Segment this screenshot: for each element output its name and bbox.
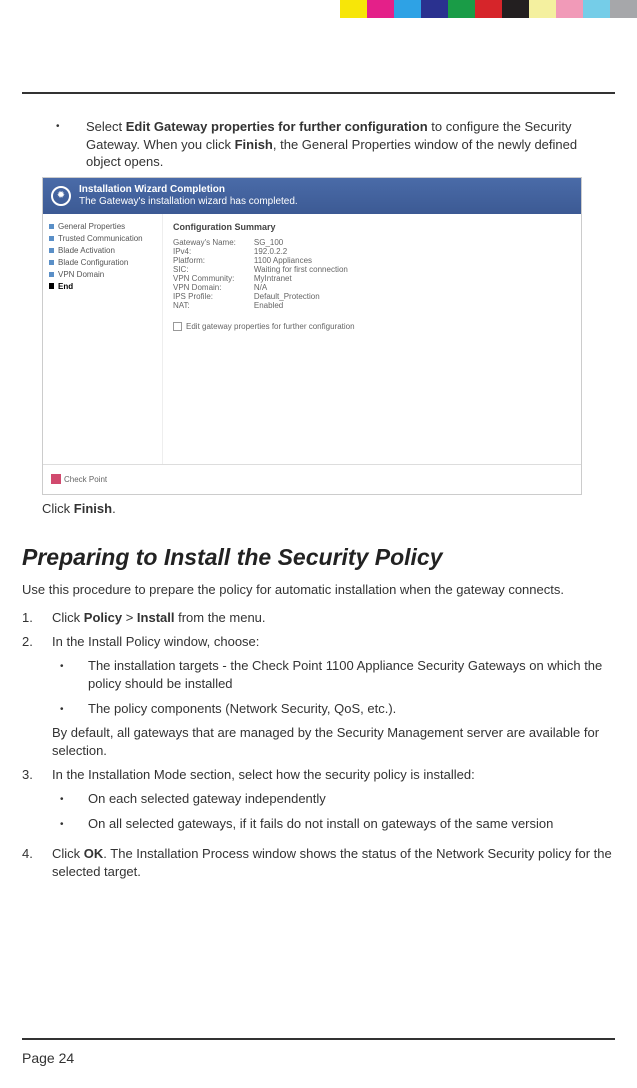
wizard-sidebar-item: Trusted Communication	[49, 234, 156, 243]
bottom-rule	[22, 1038, 615, 1040]
summary-row: VPN Domain:N/A	[173, 283, 348, 292]
step-number: 2.	[22, 633, 52, 760]
step-1: 1. Click Policy > Install from the menu.	[22, 609, 615, 627]
intro-paragraph: Use this procedure to prepare the policy…	[22, 581, 615, 599]
step-3: 3. In the Installation Mode section, sel…	[22, 766, 615, 839]
step-text: In the Install Policy window, choose:	[52, 633, 615, 651]
wizard-subtitle: The Gateway's installation wizard has co…	[79, 196, 298, 208]
color-swatch	[448, 0, 475, 18]
top-bullet: • Select Edit Gateway properties for fur…	[46, 118, 615, 171]
wizard-screenshot: ✹ Installation Wizard Completion The Gat…	[42, 177, 582, 495]
step-number: 1.	[22, 609, 52, 627]
wizard-main: Configuration Summary Gateway's Name:SG_…	[163, 214, 581, 464]
step-text: In the Installation Mode section, select…	[52, 766, 615, 784]
summary-row: NAT:Enabled	[173, 301, 348, 310]
page-content: • Select Edit Gateway properties for fur…	[22, 118, 615, 887]
checkpoint-logo: Check Point	[51, 474, 107, 484]
summary-row: VPN Community:MyIntranet	[173, 274, 348, 283]
wizard-footer: Check Point	[43, 464, 581, 494]
color-swatch	[583, 0, 610, 18]
sub-bullet: • On all selected gateways, if it fails …	[52, 815, 615, 833]
wizard-title: Installation Wizard Completion	[79, 184, 298, 196]
section-heading: Preparing to Install the Security Policy	[22, 544, 615, 571]
checkbox-icon	[173, 322, 182, 331]
summary-row: SIC:Waiting for first connection	[173, 265, 348, 274]
wizard-header: ✹ Installation Wizard Completion The Gat…	[43, 178, 581, 214]
gear-icon: ✹	[51, 186, 71, 206]
color-bar	[340, 0, 637, 18]
wizard-sidebar-item: General Properties	[49, 222, 156, 231]
color-swatch	[610, 0, 637, 18]
wizard-sidebar: General Properties Trusted Communication B…	[43, 214, 163, 464]
checkbox-label: Edit gateway properties for further conf…	[186, 322, 355, 331]
wizard-sidebar-item: VPN Domain	[49, 270, 156, 279]
summary-row: Gateway's Name:SG_100	[173, 238, 348, 247]
color-swatch	[394, 0, 421, 18]
summary-heading: Configuration Summary	[173, 222, 571, 232]
sub-bullet: • The installation targets - the Check P…	[52, 657, 615, 693]
wizard-sidebar-item: Blade Activation	[49, 246, 156, 255]
step-number: 3.	[22, 766, 52, 839]
wizard-sidebar-item: Blade Configuration	[49, 258, 156, 267]
edit-properties-checkbox[interactable]: Edit gateway properties for further conf…	[173, 322, 571, 331]
wizard-sidebar-item-active: End	[49, 282, 156, 291]
step-2: 2. In the Install Policy window, choose:…	[22, 633, 615, 760]
top-bullet-text: Select Edit Gateway properties for furth…	[86, 118, 615, 171]
summary-row: IPS Profile:Default_Protection	[173, 292, 348, 301]
summary-table: Gateway's Name:SG_100IPv4:192.0.2.2Platf…	[173, 238, 348, 310]
page-number: Page 24	[22, 1050, 74, 1066]
step-number: 4.	[22, 845, 52, 881]
color-swatch	[367, 0, 394, 18]
summary-row: IPv4:192.0.2.2	[173, 247, 348, 256]
color-swatch	[529, 0, 556, 18]
summary-row: Platform:1100 Appliances	[173, 256, 348, 265]
color-swatch	[475, 0, 502, 18]
bullet-dot: •	[46, 118, 86, 171]
step-note: By default, all gateways that are manage…	[52, 724, 615, 760]
sub-bullet: • On each selected gateway independently	[52, 790, 615, 808]
top-rule	[22, 92, 615, 94]
color-swatch	[502, 0, 529, 18]
sub-bullet: • The policy components (Network Securit…	[52, 700, 615, 718]
step-4: 4. Click OK. The Installation Process wi…	[22, 845, 615, 881]
click-finish-text: Click Finish.	[42, 501, 615, 516]
color-swatch	[556, 0, 583, 18]
logo-icon	[51, 474, 61, 484]
numbered-list: 1. Click Policy > Install from the menu.…	[22, 609, 615, 881]
color-swatch	[340, 0, 367, 18]
color-swatch	[421, 0, 448, 18]
